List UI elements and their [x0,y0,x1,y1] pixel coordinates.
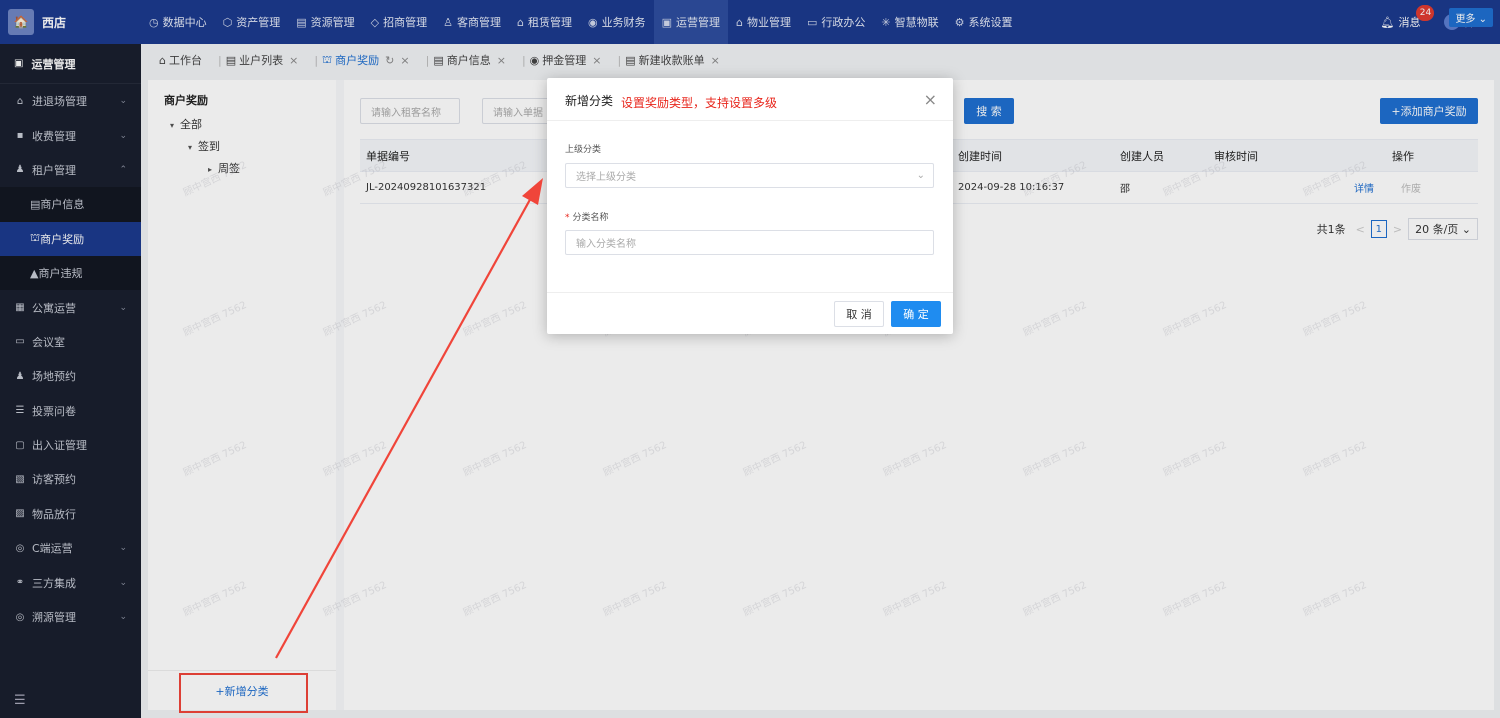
parent-category-label: 上级分类 [565,145,602,155]
category-name-input[interactable]: 输入分类名称 [565,230,934,255]
cancel-button[interactable]: 取 消 [834,301,884,327]
required-mark: * [565,213,570,223]
add-category-dialog: 新增分类 设置奖励类型，支持设置多级 × 上级分类 选择上级分类 ⌄ * 分类名称… [547,78,953,334]
confirm-button[interactable]: 确 定 [891,301,941,327]
annotation-note: 设置奖励类型，支持设置多级 [621,96,778,110]
close-icon[interactable]: × [924,90,937,109]
dialog-header: 新增分类 设置奖励类型，支持设置多级 × [547,78,953,121]
chevron-down-icon: ⌄ [916,170,925,181]
category-name-label-text: 分类名称 [572,213,609,223]
dialog-footer-divider [547,292,953,293]
dialog-title: 新增分类 [565,94,614,108]
parent-category-placeholder: 选择上级分类 [576,172,636,183]
parent-category-select[interactable]: 选择上级分类 ⌄ [565,163,934,188]
category-name-label: * 分类名称 [565,210,609,223]
